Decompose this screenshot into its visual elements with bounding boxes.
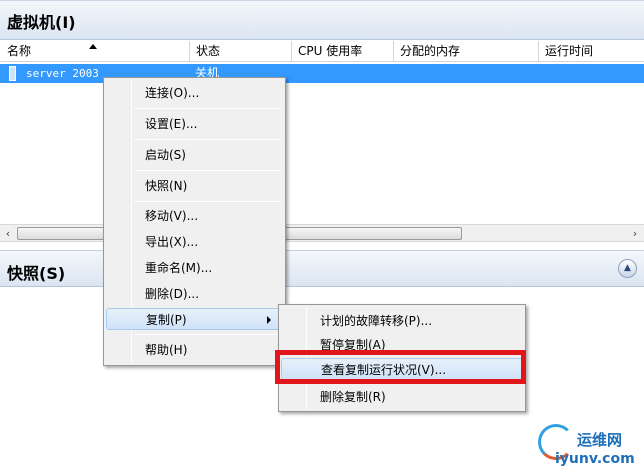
watermark-text-url: iyunv.com	[555, 451, 635, 467]
scroll-right-icon[interactable]: ›	[628, 227, 642, 240]
horizontal-scrollbar[interactable]: ‹ ›	[0, 224, 644, 242]
menu-item-replication-label: 复制(P)	[146, 313, 187, 327]
menu-item-delete[interactable]: 删除(D)...	[106, 283, 283, 305]
menu-item-connect[interactable]: 连接(O)...	[106, 82, 283, 104]
column-header-state[interactable]: 状态	[189, 41, 291, 62]
annotation-highlight-box	[275, 350, 526, 384]
sort-ascending-icon	[89, 44, 97, 49]
menu-item-help[interactable]: 帮助(H)	[106, 339, 283, 361]
scroll-left-icon[interactable]: ‹	[1, 227, 15, 240]
snapshot-pane-header: 快照(S) ▲	[0, 250, 644, 287]
vm-name-cell: server 2003	[26, 67, 99, 80]
menu-separator	[134, 334, 281, 335]
collapse-pane-icon[interactable]: ▲	[618, 259, 637, 278]
column-header-memory[interactable]: 分配的内存	[393, 41, 538, 62]
menu-separator	[134, 201, 281, 202]
snapshot-pane-title: 快照(S)	[7, 264, 66, 283]
virtual-machine-icon	[9, 66, 16, 81]
menu-item-export[interactable]: 导出(X)...	[106, 231, 283, 253]
submenu-arrow-icon	[267, 316, 271, 324]
menu-item-move[interactable]: 移动(V)...	[106, 205, 283, 227]
menu-item-replication[interactable]: 复制(P)	[106, 308, 283, 330]
submenu-item-planned-failover[interactable]: 计划的故障转移(P)...	[281, 310, 523, 332]
context-menu: 连接(O)... 设置(E)... 启动(S) 快照(N) 移动(V)... 导…	[103, 77, 286, 366]
menu-item-rename[interactable]: 重命名(M)...	[106, 257, 283, 279]
menu-item-start[interactable]: 启动(S)	[106, 144, 283, 166]
menu-separator	[134, 139, 281, 140]
column-header-uptime[interactable]: 运行时间	[538, 41, 644, 62]
menu-item-settings[interactable]: 设置(E)...	[106, 113, 283, 135]
vm-pane-header: 虚拟机(I)	[0, 0, 644, 40]
vm-pane-title: 虚拟机(I)	[7, 13, 76, 32]
menu-item-snapshot[interactable]: 快照(N)	[106, 175, 283, 197]
submenu-item-remove-replication[interactable]: 删除复制(R)	[281, 386, 523, 408]
column-header-row: 名称 状态 CPU 使用率 分配的内存 运行时间	[0, 41, 644, 62]
menu-separator	[134, 108, 281, 109]
table-row[interactable]: server 2003 关机	[0, 64, 644, 83]
watermark-text-cn: 运维网	[577, 431, 623, 449]
menu-separator	[134, 170, 281, 171]
column-header-cpu[interactable]: CPU 使用率	[291, 41, 393, 62]
pane-header-border	[0, 0, 644, 1]
